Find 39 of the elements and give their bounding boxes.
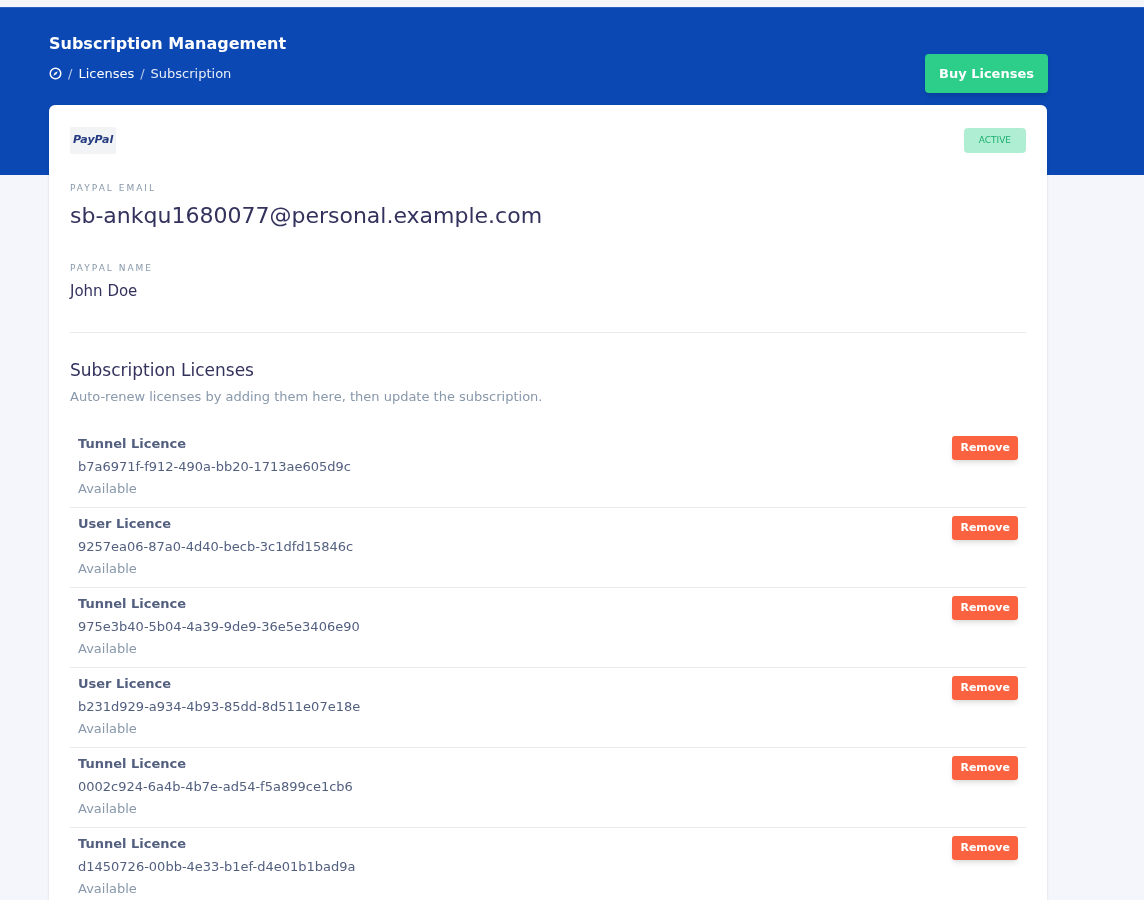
- license-name: Tunnel Licence: [78, 435, 188, 453]
- license-name: Tunnel Licence: [78, 755, 188, 773]
- field-value: sb-ankqu1680077@personal.example.com: [70, 202, 544, 230]
- license-status: Available: [78, 480, 138, 498]
- remove-button[interactable]: Remove: [952, 436, 1018, 460]
- breadcrumb-link[interactable]: Subscription: [150, 64, 232, 84]
- license-status: Available: [78, 640, 138, 658]
- remove-button[interactable]: Remove: [952, 516, 1018, 540]
- buy-licenses-button[interactable]: Buy Licenses: [925, 54, 1048, 93]
- remove-button[interactable]: Remove: [952, 756, 1018, 780]
- license-status: Available: [78, 720, 138, 738]
- breadcrumb-separator: /: [140, 65, 145, 83]
- remove-button[interactable]: Remove: [952, 596, 1018, 620]
- license-name: Tunnel Licence: [78, 835, 188, 853]
- page-title: Subscription Management: [49, 33, 287, 55]
- license-key: b231d929-a934-4b93-85dd-8d511e07e18e: [78, 696, 361, 716]
- license-status: Available: [78, 560, 138, 578]
- section-title: Subscription Licenses: [70, 359, 255, 382]
- license-key: b7a6971f-f912-490a-bb20-1713ae605d9c: [78, 456, 351, 476]
- section-subtitle: Auto-renew licenses by adding them here, then update the subscription.: [70, 387, 544, 406]
- breadcrumb-separator: /: [68, 65, 73, 83]
- license-name: User Licence: [78, 515, 173, 533]
- remove-button[interactable]: Remove: [952, 676, 1018, 700]
- license-status: Available: [78, 800, 138, 818]
- license-key: 0002c924-6a4b-4b7e-ad54-f5a899ce1cb6: [78, 776, 353, 796]
- compass-icon[interactable]: [49, 67, 62, 81]
- license-name: Tunnel Licence: [78, 595, 188, 613]
- license-key: 9257ea06-87a0-4d40-becb-3c1dfd15846c: [78, 536, 354, 556]
- field-label: PAYPAL NAME: [70, 262, 155, 275]
- status-badge: ACTIVE: [963, 127, 1026, 153]
- license-key: d1450726-00bb-4e33-b1ef-d4e01b1bad9a: [78, 856, 356, 876]
- field-value: John Doe: [70, 280, 139, 302]
- paypal-logo: PayPal: [70, 127, 117, 154]
- license-name: User Licence: [78, 675, 173, 693]
- license-status: Available: [78, 880, 138, 898]
- breadcrumb-link[interactable]: Licenses: [78, 64, 135, 84]
- license-key: 975e3b40-5b04-4a39-9de9-36e5e3406e90: [78, 616, 360, 636]
- field-label: PAYPAL EMAIL: [70, 181, 157, 195]
- remove-button[interactable]: Remove: [952, 836, 1018, 860]
